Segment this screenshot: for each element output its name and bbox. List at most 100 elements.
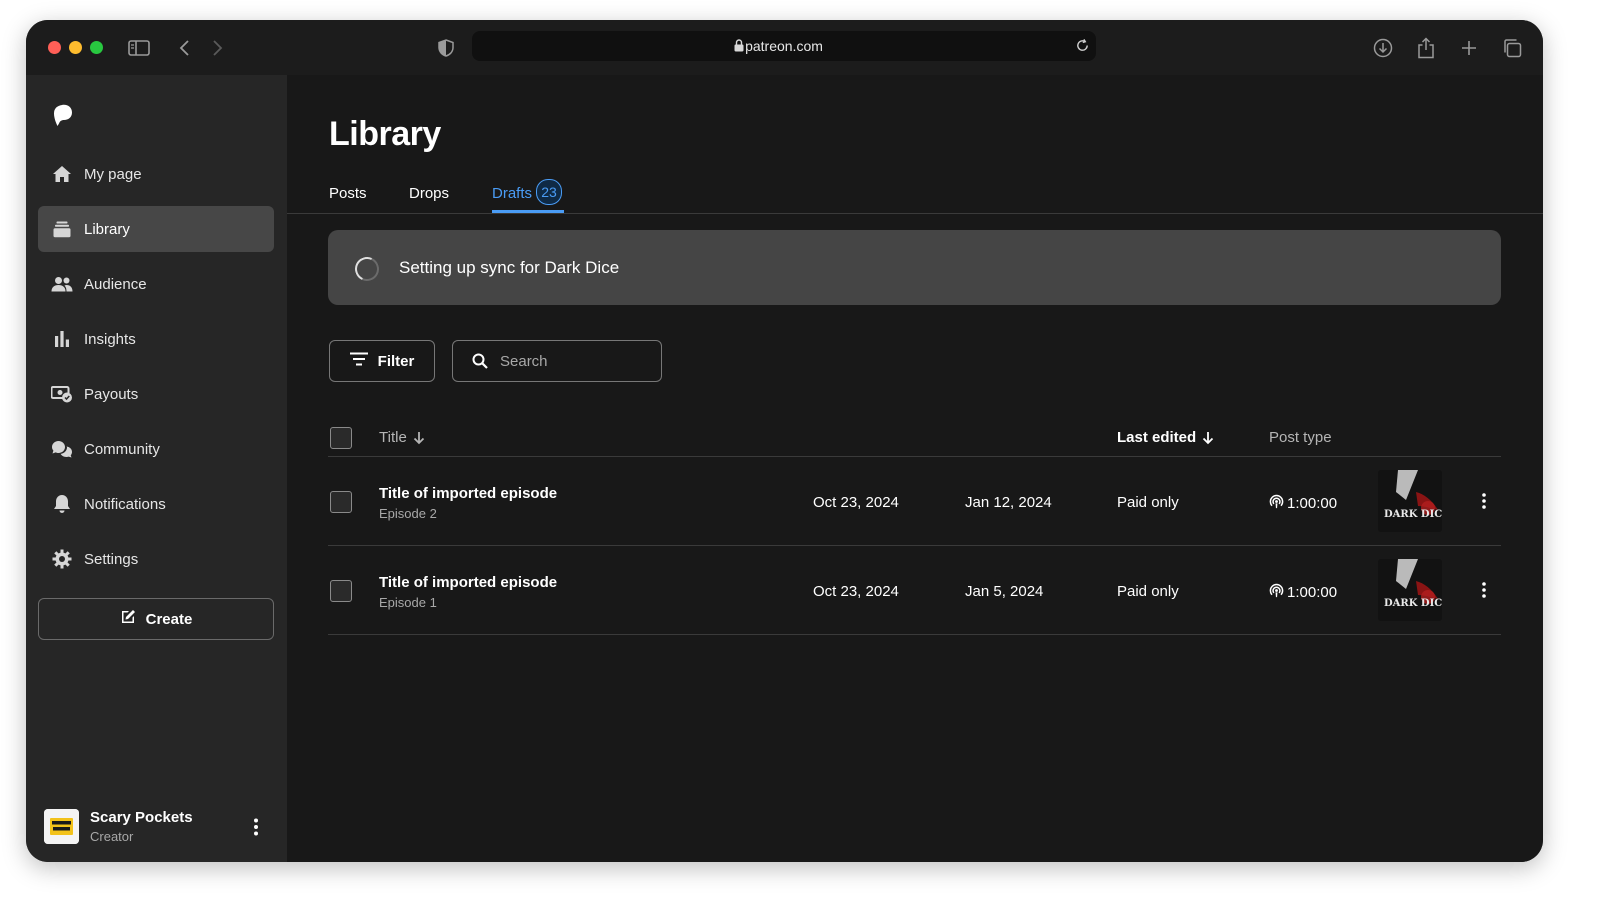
sidebar-item-label: Settings: [84, 550, 139, 568]
maximize-window-button[interactable]: [90, 41, 103, 54]
thumbnail-text: DARK DICE: [1384, 598, 1442, 609]
episode-thumbnail: DARK DICE: [1378, 470, 1442, 532]
profile-role: Creator: [90, 829, 134, 844]
sidebar-item-label: Insights: [84, 330, 136, 348]
sidebar-item-my-page[interactable]: My page: [38, 151, 274, 197]
privacy-shield-icon[interactable]: [432, 34, 460, 62]
avatar: [44, 809, 79, 844]
duration-label: 1:00:00: [1287, 495, 1338, 512]
tab-overview-icon[interactable]: [1498, 34, 1526, 62]
sidebar-item-insights[interactable]: Insights: [38, 316, 274, 362]
select-all-checkbox[interactable]: [330, 427, 352, 449]
payouts-icon: [51, 383, 73, 405]
more-vertical-icon[interactable]: [1478, 580, 1490, 600]
audio-duration: 1:00:00: [1269, 494, 1337, 513]
create-button[interactable]: Create: [38, 598, 274, 640]
duration-label: 1:00:00: [1287, 584, 1338, 601]
column-header-last-edited-label: Last edited: [1117, 429, 1197, 446]
profile-name: Scary Pockets: [90, 809, 193, 826]
browser-toolbar: patreon.com: [26, 20, 1543, 76]
forward-arrow-icon[interactable]: [204, 34, 232, 62]
search-icon: [472, 353, 488, 369]
published-date: Jan 5, 2024: [965, 583, 1044, 600]
filter-button[interactable]: Filter: [329, 340, 435, 382]
tab-drafts-label: Drafts: [492, 184, 533, 202]
insights-icon: [51, 328, 73, 350]
table-header: Title Last edited Post type: [328, 420, 1501, 457]
column-header-title-label: Title: [379, 429, 407, 446]
share-icon[interactable]: [1412, 34, 1440, 62]
new-tab-icon[interactable]: [1455, 34, 1483, 62]
page-title: Library: [329, 115, 441, 153]
sidebar-item-label: Notifications: [84, 495, 166, 513]
create-button-label: Create: [145, 610, 193, 628]
access-level: Paid only: [1117, 583, 1179, 600]
more-vertical-icon[interactable]: [250, 815, 262, 839]
sort-arrow-down-icon: [413, 431, 425, 445]
drafts-count-badge: 23: [536, 179, 563, 205]
download-icon[interactable]: [1369, 34, 1397, 62]
post-subtitle: Episode 2: [379, 506, 437, 521]
episode-thumbnail: DARK DICE: [1378, 559, 1442, 621]
back-arrow-icon[interactable]: [170, 34, 198, 62]
more-vertical-icon[interactable]: [1478, 491, 1490, 511]
audience-icon: [51, 273, 73, 295]
close-window-button[interactable]: [48, 41, 61, 54]
home-icon: [51, 163, 73, 185]
post-subtitle: Episode 1: [379, 595, 437, 610]
sidebar-item-library[interactable]: Library: [38, 206, 274, 252]
tab-posts[interactable]: Posts: [329, 185, 367, 202]
sidebar-item-payouts[interactable]: Payouts: [38, 371, 274, 417]
sidebar-item-notifications[interactable]: Notifications: [38, 481, 274, 527]
audio-duration: 1:00:00: [1269, 583, 1337, 602]
podcast-icon: [1269, 583, 1284, 602]
post-title[interactable]: Title of imported episode: [379, 574, 557, 591]
table-row[interactable]: Title of imported episode Episode 1 Oct …: [328, 546, 1501, 635]
sidebar-item-label: Library: [84, 220, 130, 238]
sidebar-toggle-icon[interactable]: [125, 34, 153, 62]
thumbnail-text: DARK DICE: [1384, 509, 1442, 520]
column-header-title[interactable]: Title: [379, 429, 425, 446]
library-icon: [51, 218, 73, 240]
created-date: Oct 23, 2024: [813, 494, 899, 511]
podcast-icon: [1269, 494, 1284, 513]
search-box[interactable]: [452, 340, 662, 382]
sync-status-text: Setting up sync for Dark Dice: [399, 258, 620, 277]
row-checkbox[interactable]: [330, 491, 352, 513]
created-date: Oct 23, 2024: [813, 583, 899, 600]
access-level: Paid only: [1117, 494, 1179, 511]
minimize-window-button[interactable]: [69, 41, 82, 54]
sidebar-item-label: Community: [84, 440, 160, 458]
column-header-last-edited[interactable]: Last edited: [1117, 429, 1214, 446]
table-row[interactable]: Title of imported episode Episode 2 Oct …: [328, 457, 1501, 546]
sort-arrow-down-icon: [1202, 431, 1214, 445]
sidebar-item-label: Payouts: [84, 385, 139, 403]
library-tabs: Posts Drops Drafts 23: [287, 177, 1543, 214]
drafts-table: Title Last edited Post type Title of imp…: [328, 420, 1501, 635]
gear-icon: [51, 548, 73, 570]
sidebar: My page Library Audience Insights Payout…: [26, 75, 287, 862]
main-content: Library Posts Drops Drafts 23 Setting up …: [287, 75, 1543, 862]
sidebar-item-settings[interactable]: Settings: [38, 536, 274, 582]
sidebar-item-audience[interactable]: Audience: [38, 261, 274, 307]
sidebar-item-label: My page: [84, 165, 142, 183]
active-tab-indicator: [492, 210, 564, 213]
sidebar-item-label: Audience: [84, 275, 147, 293]
tab-drafts[interactable]: Drafts 23: [492, 179, 563, 207]
patreon-logo-icon[interactable]: [52, 103, 74, 132]
reload-icon[interactable]: [1075, 38, 1090, 58]
sidebar-item-community[interactable]: Community: [38, 426, 274, 472]
profile-card[interactable]: Scary Pockets Creator: [44, 809, 274, 845]
filter-icon: [349, 352, 368, 371]
published-date: Jan 12, 2024: [965, 494, 1052, 511]
post-title[interactable]: Title of imported episode: [379, 485, 557, 502]
row-checkbox[interactable]: [330, 580, 352, 602]
search-input[interactable]: [498, 351, 652, 371]
url-text: patreon.com: [745, 38, 823, 54]
tab-drops[interactable]: Drops: [409, 185, 449, 202]
column-header-post-type[interactable]: Post type: [1269, 429, 1332, 446]
bell-icon: [51, 493, 73, 515]
address-bar[interactable]: patreon.com: [472, 31, 1096, 61]
sync-status-banner: Setting up sync for Dark Dice: [328, 230, 1501, 305]
filter-button-label: Filter: [377, 352, 415, 370]
